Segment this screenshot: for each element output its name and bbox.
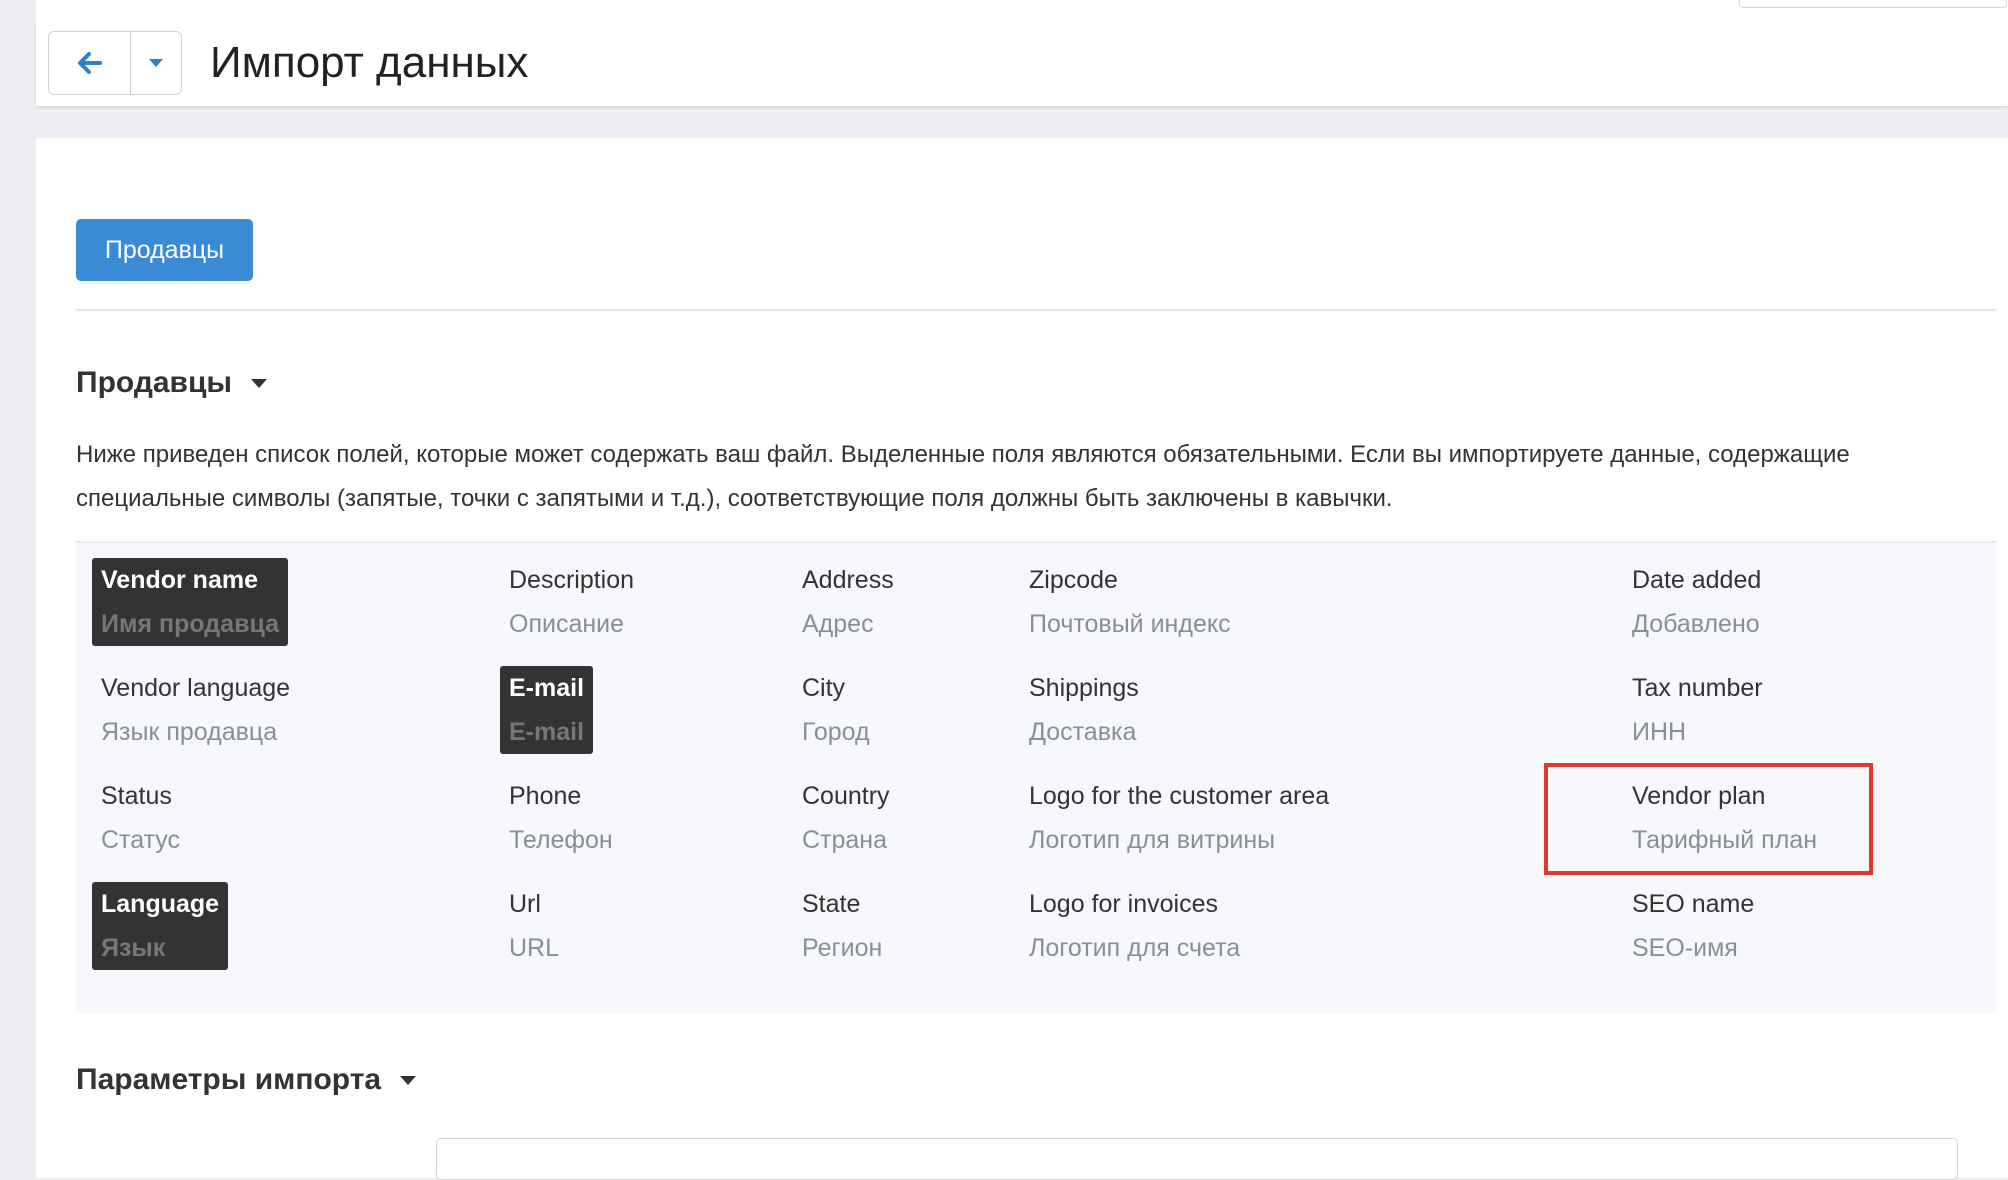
section-vendors-title: Продавцы xyxy=(76,366,233,399)
field-status: Status Статус xyxy=(101,774,180,862)
field-state: State Регион xyxy=(802,882,882,970)
field-name: Vendor name xyxy=(101,566,258,594)
field-label: Язык xyxy=(101,934,166,962)
field-shippings: Shippings Доставка xyxy=(1029,666,1139,754)
field-label: Добавлено xyxy=(1632,610,1760,638)
field-date-added: Date added Добавлено xyxy=(1632,558,1761,646)
history-dropdown-button[interactable] xyxy=(131,32,181,94)
import-params-input[interactable] xyxy=(436,1138,1958,1180)
field-name: State xyxy=(802,890,861,918)
field-name: City xyxy=(802,674,846,702)
field-tax-number: Tax number ИНН xyxy=(1632,666,1763,754)
field-label: SEO-имя xyxy=(1632,934,1738,962)
field-seo-name: SEO name SEO-имя xyxy=(1632,882,1754,970)
section-import-params-toggle[interactable]: Параметры импорта xyxy=(76,1060,417,1100)
fields-description: Ниже приведен список полей, которые може… xyxy=(76,441,1850,512)
field-logo-customer-area: Logo for the customer area Логотип для в… xyxy=(1029,774,1329,862)
field-label: Доставка xyxy=(1029,718,1137,746)
field-name: Status xyxy=(101,782,172,810)
field-name: E-mail xyxy=(509,674,585,702)
field-label: Адрес xyxy=(802,610,874,638)
field-address: Address Адрес xyxy=(802,558,894,646)
field-vendor-name: Vendor name Имя продавца xyxy=(92,558,289,646)
field-label: Город xyxy=(802,718,870,746)
field-name: Tax number xyxy=(1632,674,1763,702)
field-zipcode: Zipcode Почтовый индекс xyxy=(1029,558,1231,646)
field-label: Страна xyxy=(802,826,888,854)
field-name: Description xyxy=(509,566,635,594)
field-label: Телефон xyxy=(509,826,613,854)
caret-down-icon xyxy=(251,378,268,388)
field-label: Описание xyxy=(509,610,625,638)
field-name: Logo for the customer area xyxy=(1029,782,1330,810)
field-city: City Город xyxy=(802,666,870,754)
field-description: Description Описание xyxy=(509,558,634,646)
field-country: Country Страна xyxy=(802,774,890,862)
section-vendors-toggle[interactable]: Продавцы xyxy=(76,363,268,403)
field-label: Регион xyxy=(802,934,883,962)
field-name: Logo for invoices xyxy=(1029,890,1219,918)
vendor-plan-highlight xyxy=(1544,763,1873,875)
field-name: Vendor language xyxy=(101,674,291,702)
field-name: Url xyxy=(509,890,541,918)
field-name: Phone xyxy=(509,782,582,810)
field-name: Zipcode xyxy=(1029,566,1118,594)
arrow-left-icon xyxy=(77,52,102,74)
navigation-button-group xyxy=(48,31,182,95)
field-name: Country xyxy=(802,782,890,810)
page-title: Импорт данных xyxy=(210,38,529,87)
section-import-params-title: Параметры импорта xyxy=(76,1063,382,1096)
top-toolbar-strip xyxy=(36,0,2008,23)
field-name: SEO name xyxy=(1632,890,1755,918)
field-label: ИНН xyxy=(1632,718,1687,746)
field-label: Статус xyxy=(101,826,181,854)
field-name: Date added xyxy=(1632,566,1762,594)
field-language: Language Язык xyxy=(92,882,229,970)
field-name: Language xyxy=(101,890,220,918)
page-header: Импорт данных xyxy=(36,22,2008,106)
tab-vendors[interactable]: Продавцы xyxy=(76,219,253,281)
field-label: URL xyxy=(509,934,560,962)
back-button[interactable] xyxy=(49,32,132,94)
field-label: Язык продавца xyxy=(101,718,278,746)
field-label: Почтовый индекс xyxy=(1029,610,1231,638)
field-logo-invoices: Logo for invoices Логотип для счета xyxy=(1029,882,1240,970)
top-search-input[interactable] xyxy=(1739,0,2007,8)
main-content: Продавцы Продавцы Ниже приведен список п… xyxy=(36,138,2008,1178)
field-email: E-mail E-mail xyxy=(500,666,594,754)
field-label: Логотип для витрины xyxy=(1029,826,1276,854)
caret-down-icon xyxy=(149,59,164,67)
field-phone: Phone Телефон xyxy=(509,774,613,862)
field-url: Url URL xyxy=(509,882,559,970)
caret-down-icon xyxy=(400,1075,417,1085)
field-label: Логотип для счета xyxy=(1029,934,1241,962)
field-name: Shippings xyxy=(1029,674,1139,702)
field-vendor-language: Vendor language Язык продавца xyxy=(101,666,290,754)
field-label: E-mail xyxy=(509,718,585,746)
field-label: Имя продавца xyxy=(101,610,280,638)
field-name: Address xyxy=(802,566,894,594)
divider xyxy=(76,309,1996,311)
